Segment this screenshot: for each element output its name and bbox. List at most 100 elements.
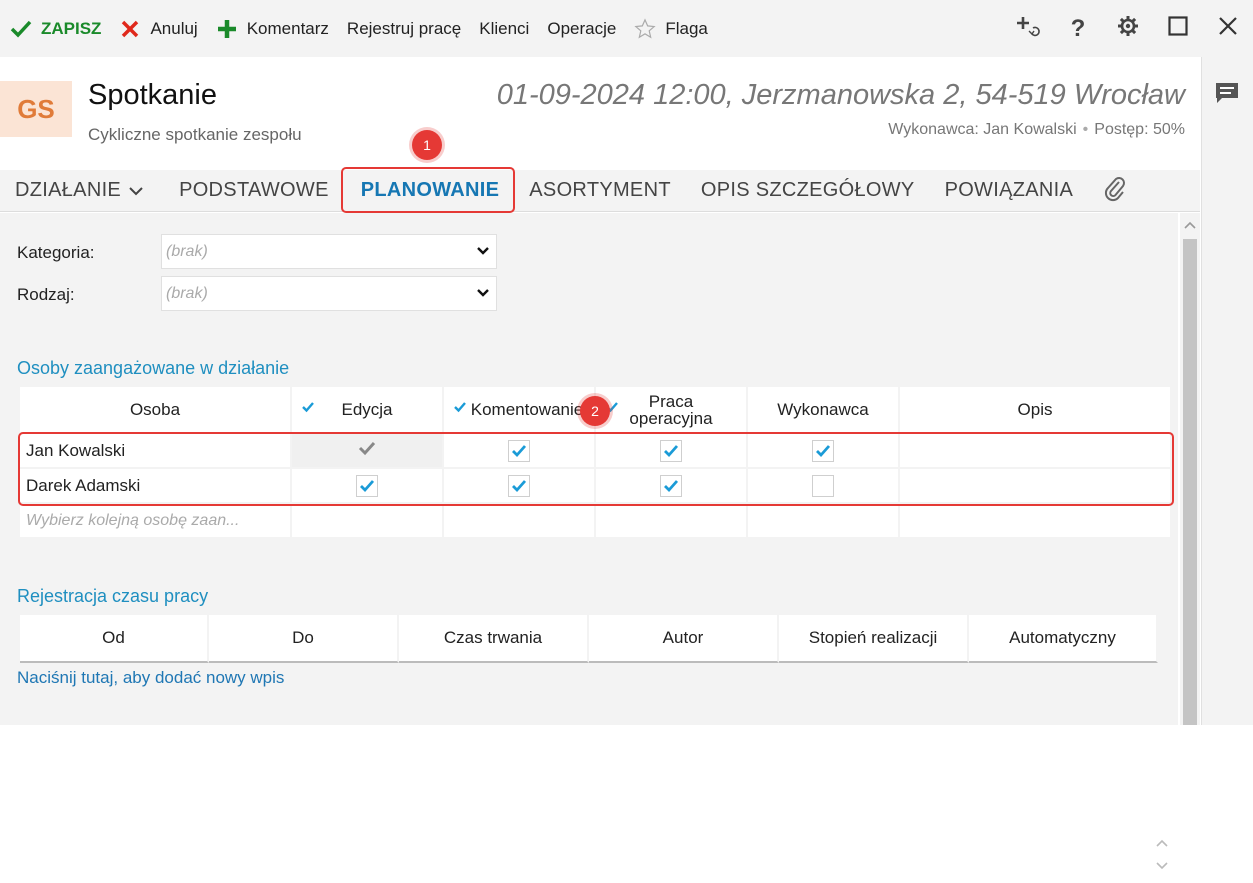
comment-cell[interactable]	[444, 469, 596, 504]
comment-checkbox[interactable]	[508, 474, 530, 497]
tab-dzialanie[interactable]: DZIAŁANIE	[0, 179, 158, 202]
tab-opis-szczegolowy[interactable]: OPIS SZCZEGÓŁOWY	[686, 179, 930, 202]
edit-cell[interactable]	[292, 469, 444, 504]
planning-panel: Kategoria: (brak) Rodzaj: (brak) Osoby z…	[0, 213, 1178, 870]
separator-dot: •	[1082, 121, 1089, 138]
edit-checkbox[interactable]	[356, 474, 378, 497]
settings-button[interactable]	[1103, 0, 1153, 57]
record-header: GS Spotkanie Cykliczne spotkanie zespołu…	[0, 57, 1200, 170]
cancel-button[interactable]: Anuluj	[110, 0, 206, 57]
operations-label: Operacje	[547, 18, 617, 38]
column-header-completion[interactable]: Stopień realizacji	[779, 615, 969, 663]
page-title: Spotkanie	[88, 79, 217, 111]
column-header-operational[interactable]: Praca operacyjna	[596, 387, 748, 434]
empty-cell	[748, 504, 900, 539]
datetime-location: 01-09-2024 12:00, Jerzmanowska 2, 54-519…	[496, 79, 1185, 111]
add-entry-link[interactable]: Naciśnij tutaj, aby dodać nowy wpis	[17, 668, 284, 688]
add-link-button[interactable]	[1003, 0, 1053, 57]
operational-checkbox[interactable]	[660, 439, 682, 462]
type-label: Rodzaj:	[17, 285, 75, 304]
column-header-executor[interactable]: Wykonawca	[748, 387, 900, 434]
executor-checkbox[interactable]	[812, 474, 834, 497]
close-window-button[interactable]	[1203, 0, 1253, 57]
empty-cell	[444, 504, 596, 539]
column-label: Komentowanie	[470, 399, 584, 419]
cancel-label: Anuluj	[150, 18, 198, 38]
comment-cell[interactable]	[444, 434, 596, 469]
select-all-edit-checkbox[interactable]	[300, 399, 316, 415]
table-row[interactable]: Darek Adamski	[20, 469, 1172, 504]
operational-cell[interactable]	[596, 469, 748, 504]
person-name-cell[interactable]: Jan Kowalski	[20, 434, 292, 469]
description-cell[interactable]	[900, 469, 1172, 504]
person-name-cell[interactable]: Darek Adamski	[20, 469, 292, 504]
flag-label: Flaga	[665, 18, 708, 38]
column-label: Wykonawca	[777, 399, 869, 419]
flag-button[interactable]: Flaga	[625, 0, 717, 57]
clients-label: Klienci	[479, 18, 530, 38]
side-panel	[1201, 57, 1253, 725]
column-header-person[interactable]: Osoba	[20, 387, 292, 434]
register-work-button[interactable]: Rejestruj pracę	[338, 0, 470, 57]
tab-asortyment[interactable]: ASORTYMENT	[514, 179, 686, 202]
main-scrollbar[interactable]	[1180, 213, 1200, 725]
executor-text: Wykonawca: Jan Kowalski	[888, 121, 1077, 138]
scroll-up-icon[interactable]	[1184, 217, 1196, 235]
category-value: (brak)	[166, 242, 208, 260]
column-label: Edycja	[341, 399, 393, 419]
annotation-badge-2: 2	[580, 396, 610, 426]
maximize-button[interactable]	[1153, 0, 1203, 57]
tab-label: PLANOWANIE	[360, 179, 500, 201]
executor-cell[interactable]	[748, 434, 900, 469]
comment-checkbox[interactable]	[508, 439, 530, 462]
chevron-down-icon	[476, 286, 490, 305]
empty-cell	[292, 504, 444, 539]
table-row[interactable]: Jan Kowalski	[20, 434, 1172, 469]
column-label: Osoba	[129, 399, 181, 419]
add-person-row: Wybierz kolejną osobę zaan...	[20, 504, 1172, 539]
save-button[interactable]: ZAPISZ	[0, 0, 110, 57]
chevron-down-icon	[129, 186, 143, 196]
description-cell[interactable]	[900, 434, 1172, 469]
time-grid-header: Od Do Czas trwania Autor Stopień realiza…	[20, 615, 1158, 663]
type-select[interactable]: (brak)	[161, 276, 497, 311]
column-label: Praca operacyjna	[629, 393, 712, 427]
tab-label: PODSTAWOWE	[179, 179, 329, 201]
tab-label: OPIS SZCZEGÓŁOWY	[700, 179, 915, 201]
edit-cell-locked	[292, 434, 444, 469]
column-label: Opis	[1017, 399, 1053, 419]
column-header-automatic[interactable]: Automatyczny	[969, 615, 1158, 663]
tab-podstawowe[interactable]: PODSTAWOWE	[164, 179, 344, 202]
column-header-from[interactable]: Od	[20, 615, 209, 663]
tab-planowanie[interactable]: PLANOWANIE	[346, 179, 515, 202]
select-all-comment-checkbox[interactable]	[452, 399, 468, 415]
empty-cell	[900, 504, 1172, 539]
tab-attachments[interactable]	[1088, 174, 1142, 208]
people-section-title: Osoby zaangażowane w działanie	[17, 358, 290, 378]
close-window-icon	[1218, 16, 1238, 41]
column-header-description[interactable]: Opis	[900, 387, 1172, 434]
column-header-edit[interactable]: Edycja	[292, 387, 444, 434]
header-meta: Wykonawca: Jan Kowalski • Postęp: 50%	[888, 121, 1185, 139]
help-button[interactable]: ?	[1053, 0, 1103, 57]
annotation-badge-1: 1	[412, 130, 442, 160]
time-grid-scrollbar[interactable]	[1153, 830, 1171, 878]
column-header-comment[interactable]: Komentowanie	[444, 387, 596, 434]
executor-checkbox[interactable]	[812, 439, 834, 462]
star-icon	[634, 17, 656, 40]
clients-button[interactable]: Klienci	[470, 0, 538, 57]
column-header-author[interactable]: Autor	[589, 615, 779, 663]
plus-icon	[216, 18, 238, 40]
chat-icon[interactable]	[1214, 81, 1240, 110]
operational-cell[interactable]	[596, 434, 748, 469]
category-select[interactable]: (brak)	[161, 234, 497, 269]
column-header-to[interactable]: Do	[209, 615, 399, 663]
add-person-input[interactable]: Wybierz kolejną osobę zaan...	[20, 504, 292, 539]
executor-cell[interactable]	[748, 469, 900, 504]
operational-checkbox[interactable]	[660, 474, 682, 497]
operations-button[interactable]: Operacje	[538, 0, 625, 57]
column-header-duration[interactable]: Czas trwania	[399, 615, 589, 663]
comment-button[interactable]: Komentarz	[207, 0, 338, 57]
tab-powiazania[interactable]: POWIĄZANIA	[930, 179, 1089, 202]
scrollbar-thumb[interactable]	[1183, 239, 1197, 725]
